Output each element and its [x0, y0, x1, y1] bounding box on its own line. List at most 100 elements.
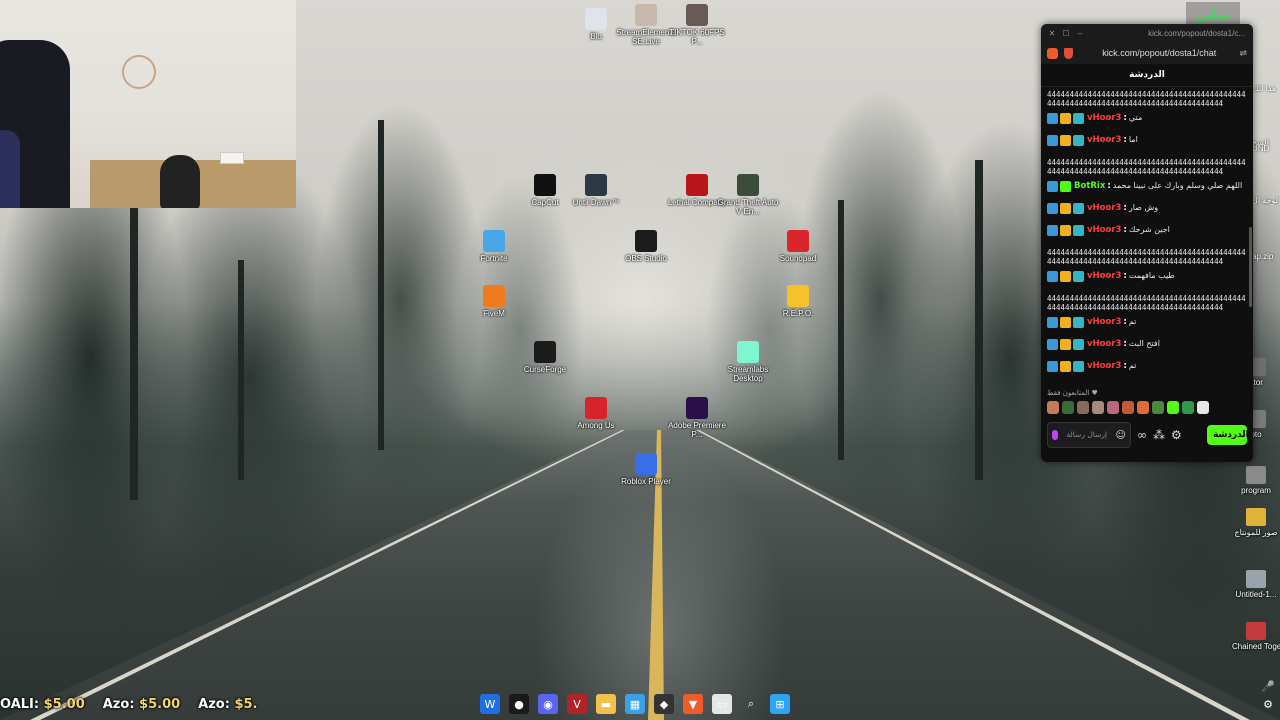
chat-message[interactable]: vHoor3: افتح البث: [1047, 337, 1249, 359]
kick-chat-popout-window[interactable]: ✕ ☐ – kick.com/popout/dosta1/c... kick.c…: [1041, 24, 1253, 462]
chat-message[interactable]: vHoor3: تم: [1047, 315, 1249, 337]
file-explorer-icon[interactable]: ▬: [596, 694, 616, 714]
sub-badge-icon: [1073, 317, 1084, 328]
avatar[interactable]: [1122, 401, 1134, 414]
desktop-icon[interactable]: Adobe Premiere P...: [666, 397, 728, 439]
avatar[interactable]: [1137, 401, 1149, 414]
avatar[interactable]: [1197, 401, 1209, 414]
chat-message[interactable]: BotRix: اللهم صلي وسلم وبارك على نبينا مح…: [1047, 179, 1249, 201]
avatar[interactable]: [1077, 401, 1089, 414]
chat-username[interactable]: BotRix: [1074, 181, 1105, 191]
chat-username[interactable]: vHoor3: [1087, 225, 1121, 235]
desktop-icon[interactable]: CurseForge: [514, 341, 576, 374]
app-icon: [686, 174, 708, 196]
store-icon[interactable]: ▦: [625, 694, 645, 714]
avatar[interactable]: [1092, 401, 1104, 414]
app-icon: [686, 397, 708, 419]
chat-input[interactable]: إرسال رسالة ☺: [1047, 422, 1131, 448]
kick-badge-icon: [1047, 203, 1058, 214]
maximize-icon[interactable]: ☐: [1059, 29, 1073, 38]
desktop-icon[interactable]: Fortnite: [463, 230, 525, 263]
badge-group: [1047, 317, 1084, 328]
chat-message-text: 4444444444444444444444444444444444444444…: [1047, 248, 1246, 266]
desktop-icon[interactable]: Grand Theft Auto V En...: [717, 174, 779, 216]
microphone-icon[interactable]: [1052, 430, 1058, 440]
desktop-icon-label[interactable]: لوحة ال: [1252, 196, 1280, 205]
chat-scrollbar[interactable]: [1249, 227, 1252, 307]
desktop-icon[interactable]: Chained Together: [1232, 622, 1280, 651]
chat-message[interactable]: vHoor3: اجين شرحك: [1047, 223, 1249, 245]
desktop-icon[interactable]: Roblox Player: [615, 453, 677, 486]
chat-message[interactable]: vHoor3: اما: [1047, 133, 1249, 155]
brave-icon[interactable]: ▼: [683, 694, 703, 714]
desktop-icon-label[interactable]: هذا الك: [1252, 84, 1280, 93]
desktop-icon[interactable]: FiveM: [463, 285, 525, 318]
desktop-icon[interactable]: OBS Studio: [615, 230, 677, 263]
chat-separator: :: [1123, 339, 1127, 349]
shield-icon[interactable]: [1064, 47, 1073, 59]
gear-icon[interactable]: ⚙: [1258, 698, 1278, 716]
avatar[interactable]: [1062, 401, 1074, 414]
notepad-icon[interactable]: ▭: [712, 694, 732, 714]
avatar[interactable]: [1167, 401, 1179, 414]
desktop-icon[interactable]: program: [1232, 466, 1280, 495]
chat-message[interactable]: vHoor3: تم: [1047, 359, 1249, 381]
chat-username[interactable]: vHoor3: [1087, 339, 1121, 349]
avatar[interactable]: [1182, 401, 1194, 414]
chat-username[interactable]: vHoor3: [1087, 361, 1121, 371]
address-bar[interactable]: kick.com/popout/dosta1/chat ⇌: [1041, 42, 1253, 64]
chat-username[interactable]: vHoor3: [1087, 203, 1121, 213]
kick-badge-icon: [1047, 135, 1058, 146]
voicemeeter-icon[interactable]: V: [567, 694, 587, 714]
chat-message[interactable]: vHoor3: متي: [1047, 111, 1249, 133]
desktop-icon[interactable]: Untitled-1...: [1232, 570, 1280, 599]
microphone-icon[interactable]: 🎤: [1258, 680, 1278, 698]
obs-icon[interactable]: ●: [509, 694, 529, 714]
url-text[interactable]: kick.com/popout/dosta1/chat: [1079, 48, 1239, 58]
dots-icon[interactable]: ⁂: [1153, 428, 1165, 442]
desktop-icon[interactable]: صور للمونتاج: [1232, 508, 1280, 537]
search-icon[interactable]: ⌕: [741, 694, 761, 714]
windows-start-icon[interactable]: ⊞: [770, 694, 790, 714]
desktop-icon-label[interactable]: ap.zip: [1252, 252, 1280, 261]
chat-username[interactable]: vHoor3: [1087, 135, 1121, 145]
desktop-icon-label: TIKTOK 60FPS P...: [669, 28, 725, 46]
discord-icon[interactable]: ◉: [538, 694, 558, 714]
chat-username[interactable]: vHoor3: [1087, 113, 1121, 123]
kick-badge-icon: [1047, 317, 1058, 328]
gear-icon[interactable]: ⚙: [1171, 428, 1182, 442]
infinity-icon[interactable]: ∞: [1137, 428, 1147, 442]
send-chat-button[interactable]: الدردشة: [1207, 425, 1249, 445]
chat-username[interactable]: vHoor3: [1087, 271, 1121, 281]
sub-badge-icon: [1073, 361, 1084, 372]
desktop-icon[interactable]: Streamlabs Desktop: [717, 341, 779, 383]
chat-separator: :: [1123, 361, 1127, 371]
desktop-icon[interactable]: Among Us: [565, 397, 627, 430]
minimize-icon[interactable]: –: [1073, 29, 1087, 38]
avatar[interactable]: [1152, 401, 1164, 414]
chat-message-text: تم: [1128, 317, 1137, 326]
desktop-icon[interactable]: Until Dawn™: [565, 174, 627, 207]
desktop-icon[interactable]: Soundpad: [767, 230, 829, 263]
desktop-icon[interactable]: R.E.P.O.: [767, 285, 829, 318]
desktop-icon-label: R.E.P.O.: [782, 309, 814, 318]
chat-messages[interactable]: 4444444444444444444444444444444444444444…: [1041, 87, 1253, 387]
chat-message[interactable]: vHoor3: طيب مافهمت: [1047, 269, 1249, 291]
chat-message[interactable]: vHoor3: وش صار: [1047, 201, 1249, 223]
donation-amount: $5.00: [43, 696, 85, 712]
desktop-icon[interactable]: TIKTOK 60FPS P...: [666, 4, 728, 46]
avatar[interactable]: [1107, 401, 1119, 414]
chat-username[interactable]: vHoor3: [1087, 317, 1121, 327]
close-icon[interactable]: ✕: [1045, 29, 1059, 38]
desktop-icon-label[interactable]: UND: [1252, 144, 1280, 153]
sub-badge-icon: [1073, 113, 1084, 124]
avatar[interactable]: [1047, 401, 1059, 414]
emoji-icon[interactable]: ☺: [1116, 430, 1126, 441]
window-titlebar[interactable]: ✕ ☐ – kick.com/popout/dosta1/c...: [1041, 24, 1253, 42]
app-blue-icon[interactable]: W: [480, 694, 500, 714]
tune-icon[interactable]: ⇌: [1239, 48, 1247, 59]
donor-name: Azo: [102, 696, 130, 712]
donation-ticker: OALI: $5.00 Azo: $5.00 Azo: $5.: [0, 694, 258, 714]
app-dark-icon[interactable]: ◆: [654, 694, 674, 714]
app-icon: [635, 230, 657, 252]
